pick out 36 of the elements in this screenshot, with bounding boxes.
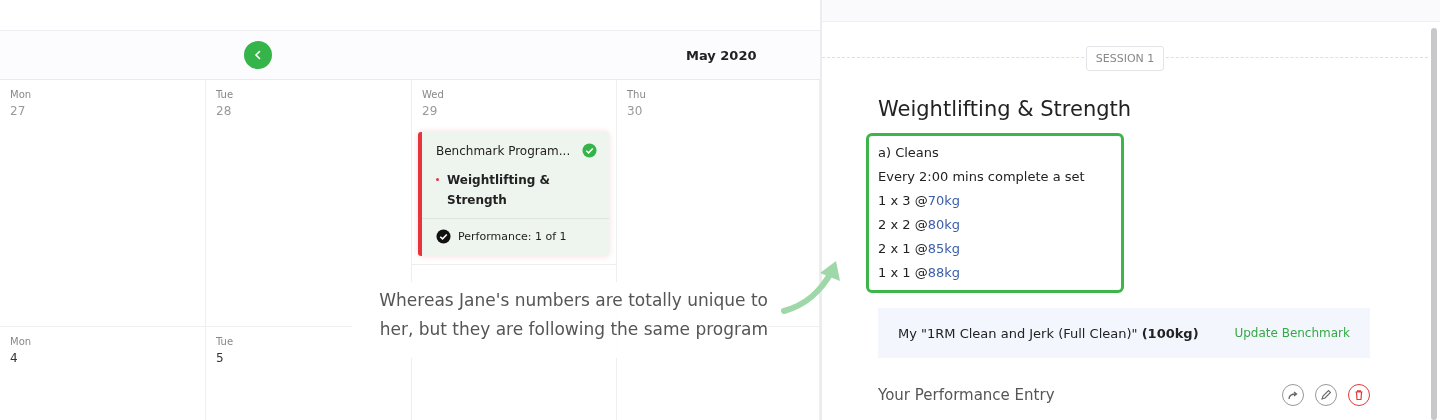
trash-icon [1353,389,1365,401]
date-number: 5 [216,351,225,365]
performance-count: Performance: 1 of 1 [458,230,567,243]
date-number: 30 [627,104,644,118]
weekday-label: Mon [10,336,33,347]
caption-overlay: Whereas Jane's numbers are totally unique to her, but they are following the same program [352,282,768,358]
session-name: Weightlifting & Strength [447,172,551,209]
month-title: May 2020 [686,47,757,63]
edit-button[interactable] [1315,384,1337,406]
delete-button[interactable] [1348,384,1370,406]
weekday-label: Tue [216,89,235,100]
weekday-label: Mon [10,89,33,100]
weekday-label: Wed [422,89,445,100]
workout-line: 2 x 2 @80kg [878,216,961,234]
weekday-label: Thu [627,89,647,100]
workout-line: Every 2:00 mins complete a set [878,168,1086,186]
benchmark-text: My "1RM Clean and Jerk (Full Clean)" (100kg) [898,325,1199,341]
session-label: SESSION 1 [1085,45,1165,71]
event-title: Benchmark Program... [436,143,571,158]
pencil-icon [1320,389,1332,401]
event-card[interactable]: Benchmark Program... Weightlifting & Strength Performance: 1 of 1 [418,132,609,256]
weekday-label: Tue [216,336,235,347]
date-number: 27 [10,104,27,118]
date-number: 28 [216,104,233,118]
share-button[interactable] [1282,384,1304,406]
previous-month-button[interactable] [244,41,272,69]
section-title: Your Performance Entry [878,386,1055,404]
workout-title: Weightlifting & Strength [878,97,1133,121]
workout-line: a) Cleans [878,144,940,162]
date-number: 29 [422,104,439,118]
date-number: 4 [10,351,19,365]
share-arrow-icon [1287,389,1299,401]
workout-line: 2 x 1 @85kg [878,240,961,258]
workout-line: 1 x 1 @88kg [878,264,961,282]
workout-line: 1 x 3 @70kg [878,192,961,210]
bullet-icon [436,178,439,181]
